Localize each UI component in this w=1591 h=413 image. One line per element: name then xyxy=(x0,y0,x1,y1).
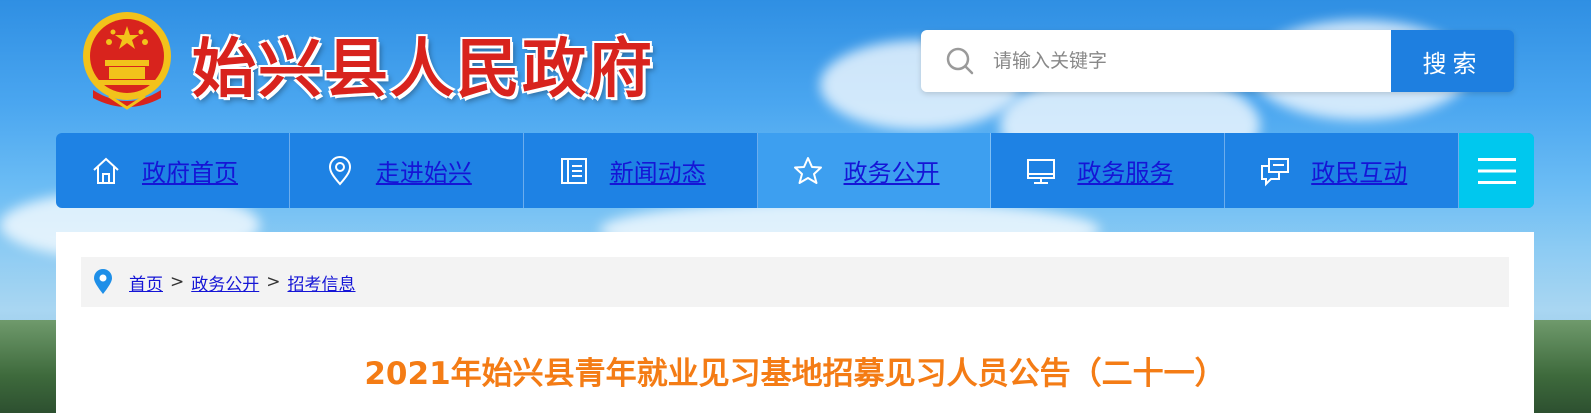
search-bar: 搜索 xyxy=(921,30,1514,92)
content-panel: 首页 > 政务公开 > 招考信息 2021年始兴县青年就业见习基地招募见习人员公… xyxy=(56,232,1534,413)
nav-item-gov-services[interactable]: 政务服务 xyxy=(991,133,1226,208)
location-pin-icon xyxy=(328,155,351,186)
site-title[interactable]: 始兴县人民政府 xyxy=(192,38,654,102)
nav-item-news[interactable]: 新闻动态 xyxy=(524,133,758,208)
search-icon xyxy=(946,47,974,75)
nav-item-interaction[interactable]: 政民互动 xyxy=(1225,133,1460,208)
monitor-icon xyxy=(1027,158,1056,184)
breadcrumb-gov-affairs[interactable]: 政务公开 xyxy=(191,270,259,295)
national-emblem-icon xyxy=(83,12,171,110)
breadcrumb-recruitment[interactable]: 招考信息 xyxy=(288,270,356,295)
nav-item-about[interactable]: 走进始兴 xyxy=(290,133,524,208)
article-title: 2021年始兴县青年就业见习基地招募见习人员公告（二十一） xyxy=(364,356,1226,392)
hamburger-menu-button[interactable] xyxy=(1459,133,1534,208)
breadcrumb-home[interactable]: 首页 xyxy=(129,270,163,295)
search-button[interactable]: 搜索 xyxy=(1391,30,1514,92)
nav-label[interactable]: 政务公开 xyxy=(844,153,940,188)
main-nav: 政府首页 走进始兴 新闻动态 政务公开 政务服务 政民互动 xyxy=(56,133,1534,208)
breadcrumb-separator: > xyxy=(266,272,281,292)
chat-icon xyxy=(1261,157,1290,186)
nav-item-home[interactable]: 政府首页 xyxy=(56,133,290,208)
nav-label[interactable]: 政务服务 xyxy=(1077,153,1173,188)
breadcrumb: 首页 > 政务公开 > 招考信息 xyxy=(81,257,1509,307)
hamburger-menu-icon xyxy=(1477,157,1516,184)
document-list-icon xyxy=(560,157,587,184)
location-marker-icon xyxy=(94,269,112,294)
search-input[interactable] xyxy=(991,49,1355,73)
star-icon xyxy=(793,156,822,184)
nav-label[interactable]: 政府首页 xyxy=(142,153,238,188)
nav-item-gov-affairs[interactable]: 政务公开 xyxy=(757,133,992,208)
breadcrumb-separator: > xyxy=(170,272,185,292)
nav-label[interactable]: 走进始兴 xyxy=(376,153,472,188)
search-field xyxy=(921,30,1391,92)
home-icon xyxy=(93,157,119,184)
nav-label[interactable]: 政民互动 xyxy=(1311,153,1407,188)
nav-label[interactable]: 新闻动态 xyxy=(610,153,706,188)
